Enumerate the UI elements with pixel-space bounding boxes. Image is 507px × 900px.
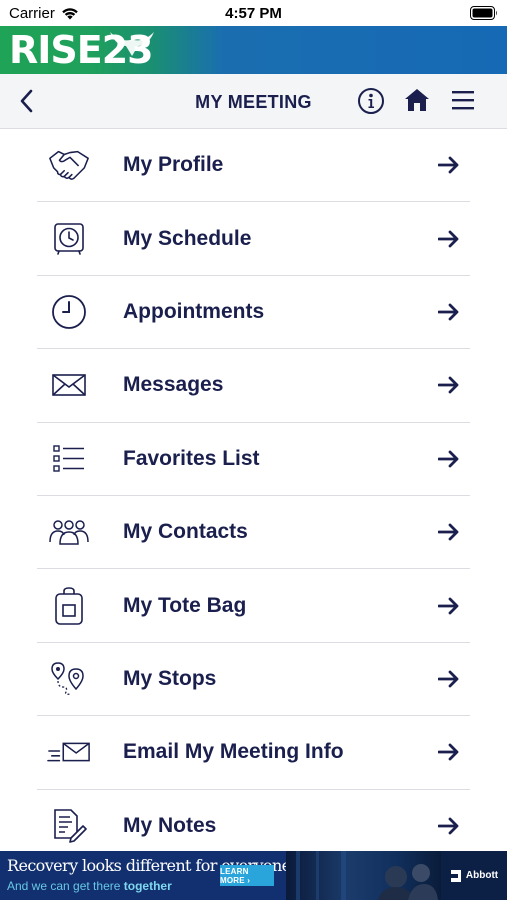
alarm-clock-icon [47, 219, 91, 259]
menu-item-label: Messages [123, 373, 224, 397]
menu-item-my-tote-bag[interactable]: My Tote Bag [37, 569, 470, 643]
handshake-icon [47, 145, 91, 185]
menu-item-label: My Schedule [123, 226, 252, 250]
menu-item-label: My Profile [123, 153, 224, 177]
arrow-right-icon [438, 523, 459, 541]
clock-icon [47, 292, 91, 332]
ad-learn-more-button[interactable]: LEARN MORE › [220, 865, 274, 886]
map-pins-icon [47, 659, 91, 699]
menu-button[interactable] [450, 88, 476, 117]
menu-item-label: My Notes [123, 814, 217, 838]
longhorn-logo-icon [110, 32, 154, 56]
arrow-right-icon [438, 156, 459, 174]
menu-item-my-stops[interactable]: My Stops [37, 643, 470, 717]
info-icon [358, 88, 384, 114]
status-time: 4:57 PM [225, 5, 282, 22]
ad-sponsor: Abbott [441, 851, 507, 900]
menu-item-email-my-meeting-info[interactable]: Email My Meeting Info [37, 716, 470, 790]
battery-icon [470, 6, 498, 25]
arrow-right-icon [438, 743, 459, 761]
hamburger-menu-icon [452, 91, 474, 110]
info-button[interactable] [357, 87, 385, 120]
arrow-right-icon [438, 450, 459, 468]
menu-item-label: My Tote Bag [123, 593, 247, 617]
ad-banner[interactable]: Recovery looks different for everyone An… [0, 851, 507, 900]
menu-item-label: My Stops [123, 666, 217, 690]
checklist-icon [47, 439, 91, 479]
arrow-right-icon [438, 817, 459, 835]
meeting-menu-list: My Profile My Schedule Appointments Mess… [37, 129, 470, 863]
notes-icon [47, 806, 91, 846]
ad-sub-prefix: And we can get there [7, 879, 124, 893]
menu-item-my-profile[interactable]: My Profile [37, 129, 470, 203]
ad-photo [286, 851, 441, 900]
home-button[interactable] [403, 87, 431, 118]
menu-item-appointments[interactable]: Appointments [37, 276, 470, 350]
ad-subline: And we can get there together [7, 879, 172, 893]
email-send-icon [47, 732, 91, 772]
menu-item-my-schedule[interactable]: My Schedule [37, 202, 470, 276]
arrow-right-icon [438, 303, 459, 321]
menu-item-messages[interactable]: Messages [37, 349, 470, 423]
arrow-right-icon [438, 376, 459, 394]
ad-text-panel: Recovery looks different for everyone An… [0, 851, 291, 900]
status-bar: Carrier 4:57 PM [0, 0, 507, 26]
menu-item-label: Appointments [123, 299, 265, 323]
arrow-right-icon [438, 230, 459, 247]
arrow-right-icon [438, 670, 459, 688]
people-group-icon [47, 512, 91, 552]
arrow-right-icon [438, 597, 459, 614]
home-icon [405, 89, 429, 111]
menu-item-label: Email My Meeting Info [123, 740, 344, 764]
menu-item-label: Favorites List [123, 446, 260, 470]
tote-bag-icon [47, 586, 91, 626]
menu-item-label: My Contacts [123, 520, 248, 544]
brand-banner: RISE23 [0, 26, 507, 74]
abbott-logo-icon [450, 869, 461, 882]
ad-sponsor-name: Abbott [465, 870, 499, 881]
menu-item-favorites-list[interactable]: Favorites List [37, 423, 470, 496]
nav-bar: MY MEETING [0, 74, 507, 129]
menu-item-my-contacts[interactable]: My Contacts [37, 496, 470, 570]
envelope-icon [47, 365, 91, 405]
ad-sub-emphasis: together [123, 879, 172, 893]
